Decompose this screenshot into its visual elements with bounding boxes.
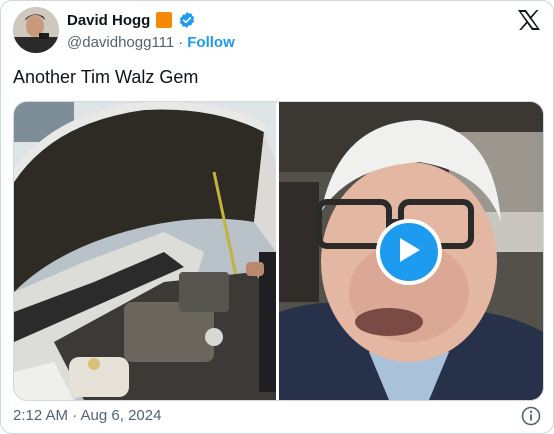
play-icon xyxy=(396,236,422,269)
x-logo-icon[interactable] xyxy=(517,9,541,31)
tweet-card: David Hogg @davidhogg111 · Follow Anothe… xyxy=(0,0,554,434)
orange-square-icon xyxy=(155,11,173,29)
tweet-timestamp[interactable]: 2:12 AM · Aug 6, 2024 xyxy=(13,407,161,424)
verified-badge-icon xyxy=(178,11,196,29)
man-in-car-video-thumbnail[interactable] xyxy=(279,102,543,400)
author-name[interactable]: David Hogg xyxy=(67,12,150,29)
avatar[interactable] xyxy=(13,7,59,53)
car-engine-photo[interactable] xyxy=(14,102,276,400)
author-handle[interactable]: @davidhogg111 xyxy=(67,34,174,51)
separator-dot: · xyxy=(178,33,184,51)
follow-button[interactable]: Follow xyxy=(187,34,235,51)
media-grid xyxy=(13,101,544,401)
author-info: David Hogg @davidhogg111 · Follow xyxy=(67,9,235,53)
tweet-text: Another Tim Walz Gem xyxy=(13,67,199,87)
info-icon[interactable] xyxy=(521,406,541,426)
play-button[interactable] xyxy=(376,219,442,285)
tweet-header: David Hogg @davidhogg111 · Follow xyxy=(13,7,541,53)
